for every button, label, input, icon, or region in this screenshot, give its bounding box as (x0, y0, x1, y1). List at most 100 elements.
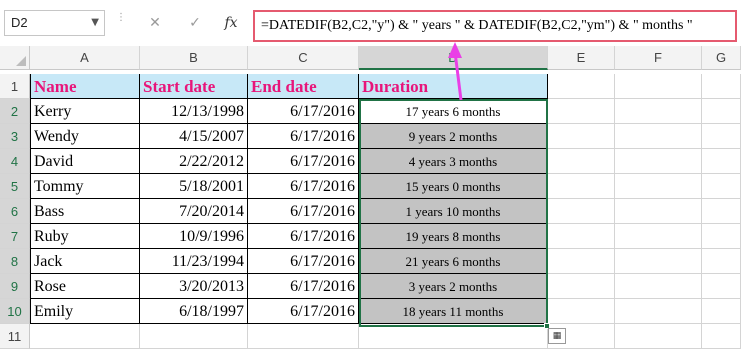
empty-cell[interactable] (702, 99, 741, 124)
empty-cell[interactable] (615, 199, 702, 224)
empty-cell[interactable] (548, 74, 615, 99)
end-date-cell[interactable]: 6/17/2016 (248, 299, 359, 324)
cancel-icon[interactable]: ✕ (142, 10, 168, 36)
row-header[interactable]: 8 (0, 249, 30, 274)
empty-cell[interactable] (548, 149, 615, 174)
start-date-cell[interactable]: 3/20/2013 (140, 274, 248, 299)
end-date-cell[interactable]: 6/17/2016 (248, 199, 359, 224)
chevron-down-icon[interactable]: ▼ (91, 11, 99, 35)
row-header[interactable]: 2 (0, 99, 30, 124)
empty-cell[interactable] (702, 224, 741, 249)
empty-cell[interactable] (140, 324, 248, 349)
duration-cell[interactable]: 4 years 3 months (359, 149, 548, 174)
duration-cell[interactable]: 17 years 6 months (359, 99, 548, 124)
row-header[interactable]: 9 (0, 274, 30, 299)
empty-cell[interactable] (702, 199, 741, 224)
select-all-button[interactable] (0, 46, 30, 70)
column-header-b[interactable]: B (140, 46, 248, 70)
duration-cell[interactable]: 19 years 8 months (359, 224, 548, 249)
empty-cell[interactable] (615, 174, 702, 199)
quick-analysis-icon[interactable]: ▦ (548, 328, 566, 344)
end-date-cell[interactable]: 6/17/2016 (248, 174, 359, 199)
name-cell[interactable]: Bass (30, 199, 140, 224)
header-end-date[interactable]: End date (248, 74, 359, 99)
empty-cell[interactable] (702, 299, 741, 324)
empty-cell[interactable] (359, 324, 548, 349)
empty-cell[interactable] (702, 124, 741, 149)
name-cell[interactable]: Tommy (30, 174, 140, 199)
name-cell[interactable]: Wendy (30, 124, 140, 149)
end-date-cell[interactable]: 6/17/2016 (248, 149, 359, 174)
empty-cell[interactable] (30, 324, 140, 349)
header-start-date[interactable]: Start date (140, 74, 248, 99)
empty-cell[interactable] (548, 124, 615, 149)
empty-cell[interactable] (615, 324, 702, 349)
start-date-cell[interactable]: 4/15/2007 (140, 124, 248, 149)
empty-cell[interactable] (615, 299, 702, 324)
name-cell[interactable]: Ruby (30, 224, 140, 249)
empty-cell[interactable] (548, 299, 615, 324)
name-cell[interactable]: Emily (30, 299, 140, 324)
empty-cell[interactable] (615, 224, 702, 249)
duration-cell[interactable]: 1 years 10 months (359, 199, 548, 224)
empty-cell[interactable] (702, 324, 741, 349)
end-date-cell[interactable]: 6/17/2016 (248, 99, 359, 124)
row-header[interactable]: 1 (0, 74, 30, 99)
empty-cell[interactable] (615, 99, 702, 124)
column-header-e[interactable]: E (548, 46, 615, 70)
name-cell[interactable]: Jack (30, 249, 140, 274)
duration-cell[interactable]: 9 years 2 months (359, 124, 548, 149)
end-date-cell[interactable]: 6/17/2016 (248, 249, 359, 274)
end-date-cell[interactable]: 6/17/2016 (248, 224, 359, 249)
empty-cell[interactable] (615, 124, 702, 149)
empty-cell[interactable] (702, 249, 741, 274)
empty-cell[interactable] (248, 324, 359, 349)
name-cell[interactable]: David (30, 149, 140, 174)
column-header-c[interactable]: C (248, 46, 359, 70)
empty-cell[interactable] (702, 274, 741, 299)
formula-input[interactable]: =DATEDIF(B2,C2,"y") & " years " & DATEDI… (253, 10, 737, 42)
check-icon[interactable]: ✓ (182, 10, 208, 36)
empty-cell[interactable] (615, 74, 702, 99)
insert-function-icon[interactable]: fx (218, 10, 244, 36)
empty-cell[interactable] (548, 99, 615, 124)
duration-cell[interactable]: 3 years 2 months (359, 274, 548, 299)
name-cell[interactable]: Rose (30, 274, 140, 299)
duration-cell[interactable]: 15 years 0 months (359, 174, 548, 199)
name-cell[interactable]: Kerry (30, 99, 140, 124)
start-date-cell[interactable]: 12/13/1998 (140, 99, 248, 124)
row-header[interactable]: 7 (0, 224, 30, 249)
empty-cell[interactable] (702, 174, 741, 199)
empty-cell[interactable] (548, 249, 615, 274)
header-name[interactable]: Name (30, 74, 140, 99)
empty-cell[interactable] (548, 224, 615, 249)
empty-cell[interactable] (702, 149, 741, 174)
column-header-f[interactable]: F (615, 46, 702, 70)
column-header-a[interactable]: A (30, 46, 140, 70)
empty-cell[interactable] (548, 274, 615, 299)
end-date-cell[interactable]: 6/17/2016 (248, 274, 359, 299)
empty-cell[interactable] (615, 274, 702, 299)
start-date-cell[interactable]: 11/23/1994 (140, 249, 248, 274)
start-date-cell[interactable]: 6/18/1997 (140, 299, 248, 324)
empty-cell[interactable] (548, 199, 615, 224)
row-header[interactable]: 11 (0, 324, 30, 349)
start-date-cell[interactable]: 5/18/2001 (140, 174, 248, 199)
row-header[interactable]: 10 (0, 299, 30, 324)
start-date-cell[interactable]: 7/20/2014 (140, 199, 248, 224)
column-header-g[interactable]: G (702, 46, 741, 70)
name-box[interactable]: D2 ▼ (4, 10, 105, 36)
column-header-d[interactable]: D (359, 46, 548, 70)
row-header[interactable]: 3 (0, 124, 30, 149)
empty-cell[interactable] (615, 149, 702, 174)
duration-cell[interactable]: 18 years 11 months (359, 299, 548, 324)
empty-cell[interactable] (702, 74, 741, 99)
row-header[interactable]: 4 (0, 149, 30, 174)
start-date-cell[interactable]: 10/9/1996 (140, 224, 248, 249)
row-header[interactable]: 6 (0, 199, 30, 224)
start-date-cell[interactable]: 2/22/2012 (140, 149, 248, 174)
row-header[interactable]: 5 (0, 174, 30, 199)
empty-cell[interactable] (615, 249, 702, 274)
empty-cell[interactable] (548, 174, 615, 199)
header-duration[interactable]: Duration (359, 74, 548, 99)
